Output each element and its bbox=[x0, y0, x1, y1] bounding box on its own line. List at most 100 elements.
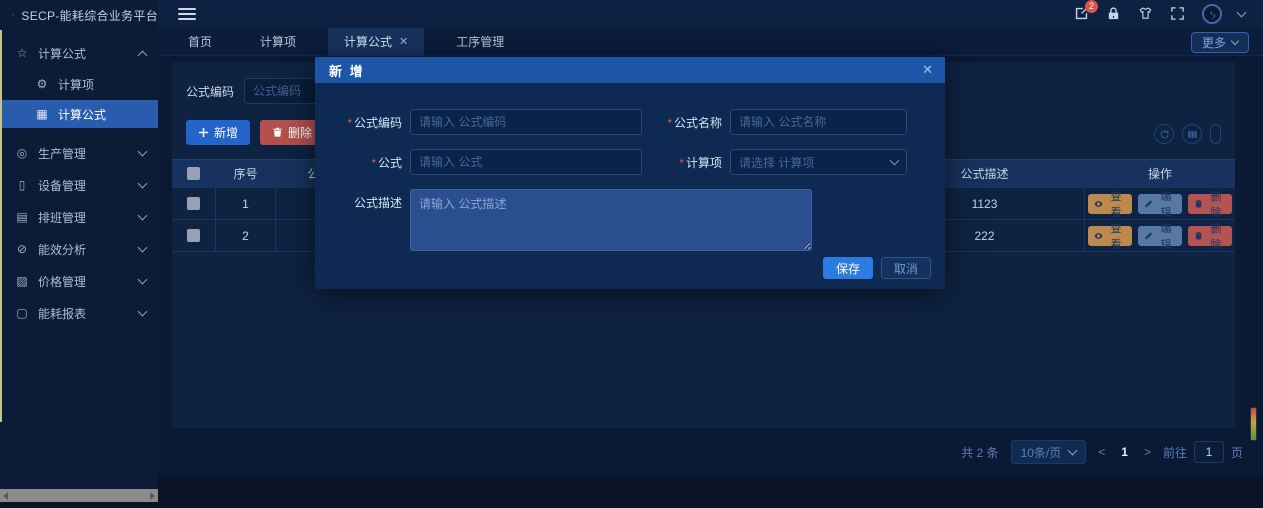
report-icon: ▢ bbox=[14, 306, 30, 320]
formula-name-input[interactable] bbox=[730, 109, 907, 135]
col-ops: 操作 bbox=[1085, 160, 1235, 187]
sidebar-item-report[interactable]: ▢ 能耗报表 bbox=[0, 298, 158, 328]
hamburger-menu-icon[interactable] bbox=[178, 8, 196, 20]
calc-item-select[interactable]: 请选择 计算项 bbox=[730, 149, 907, 175]
column-settings-icon[interactable] bbox=[1182, 124, 1202, 144]
plus-icon bbox=[198, 127, 209, 138]
edit-button[interactable]: 编辑 bbox=[1138, 226, 1182, 246]
star-icon: ☆ bbox=[14, 46, 30, 60]
chevron-down-icon bbox=[138, 275, 148, 285]
tab-process-mgmt[interactable]: 工序管理 bbox=[440, 28, 520, 56]
sidebar: SECP-能耗综合业务平台 ☆ 计算公式 ⚙ 计算项 ▦ 计算公式 ◎ 生产管理… bbox=[0, 0, 158, 489]
sidebar-item-device[interactable]: ▯ 设备管理 bbox=[0, 170, 158, 200]
current-page: 1 bbox=[1117, 445, 1132, 459]
goto-label: 前往 bbox=[1163, 444, 1187, 461]
chevron-down-icon bbox=[1068, 446, 1078, 456]
col-index: 序号 bbox=[216, 160, 276, 187]
view-button[interactable]: 查看 bbox=[1088, 226, 1132, 246]
tab-calc-item[interactable]: 计算项 bbox=[244, 28, 312, 56]
tabbar: 首页 计算项 计算公式 ✕ 工序管理 更多 bbox=[158, 28, 1263, 56]
mini-scroll-indicator[interactable] bbox=[1250, 407, 1257, 441]
chevron-down-icon bbox=[138, 307, 148, 317]
prev-page-button[interactable]: < bbox=[1098, 445, 1105, 459]
row-delete-button[interactable]: 删除 bbox=[1188, 194, 1232, 214]
sidebar-item-price[interactable]: ▨ 价格管理 bbox=[0, 266, 158, 296]
price-icon: ▨ bbox=[14, 274, 30, 288]
row-delete-button[interactable]: 删除 bbox=[1188, 226, 1232, 246]
avatar[interactable] bbox=[1202, 4, 1222, 24]
sidebar-item-calc-formula[interactable]: ▦ 计算公式 bbox=[0, 100, 158, 128]
trash-icon bbox=[272, 127, 283, 138]
sidebar-item-efficiency[interactable]: ⊘ 能效分析 bbox=[0, 234, 158, 264]
refresh-icon[interactable] bbox=[1154, 124, 1174, 144]
trash-icon bbox=[1194, 231, 1203, 241]
field-label-code: 公式编码 bbox=[354, 116, 402, 130]
view-button[interactable]: 查看 bbox=[1088, 194, 1132, 214]
tab-calc-formula[interactable]: 计算公式 ✕ bbox=[328, 28, 424, 56]
footer-strip bbox=[0, 477, 1263, 508]
field-label-formula: 公式 bbox=[378, 156, 402, 170]
page-unit-label: 页 bbox=[1231, 444, 1243, 461]
next-page-button[interactable]: > bbox=[1144, 445, 1151, 459]
chevron-down-icon bbox=[1231, 37, 1239, 45]
close-icon[interactable]: ✕ bbox=[922, 62, 933, 78]
message-icon[interactable]: 2 bbox=[1074, 6, 1090, 22]
sidebar-item-schedule[interactable]: ▤ 排班管理 bbox=[0, 202, 158, 232]
formula-desc-textarea[interactable] bbox=[410, 189, 812, 251]
more-button[interactable]: 更多 bbox=[1191, 32, 1249, 53]
chevron-down-icon bbox=[890, 156, 900, 166]
formula-code-input[interactable] bbox=[410, 109, 642, 135]
pencil-icon bbox=[1144, 231, 1153, 241]
save-button[interactable]: 保存 bbox=[823, 257, 873, 279]
gear-icon: ⚙ bbox=[34, 77, 50, 91]
chevron-down-icon bbox=[138, 179, 148, 189]
eye-icon bbox=[1094, 199, 1103, 209]
production-icon: ◎ bbox=[14, 146, 30, 160]
edit-button[interactable]: 编辑 bbox=[1138, 194, 1182, 214]
chevron-down-icon bbox=[138, 243, 148, 253]
sidebar-item-calc-formula-group[interactable]: ☆ 计算公式 bbox=[0, 38, 158, 68]
formula-input[interactable] bbox=[410, 149, 642, 175]
scroll-left-arrow[interactable] bbox=[3, 492, 8, 500]
total-count: 共 2 条 bbox=[961, 444, 998, 461]
fullscreen-icon[interactable] bbox=[1170, 6, 1186, 22]
lock-icon[interactable] bbox=[1106, 6, 1122, 22]
pencil-icon bbox=[1144, 199, 1153, 209]
close-tab-icon[interactable]: ✕ bbox=[399, 35, 408, 48]
app-logo-icon bbox=[10, 6, 15, 24]
required-asterisk: * bbox=[371, 156, 376, 170]
sidebar-horizontal-scrollbar[interactable] bbox=[0, 489, 158, 502]
modal-title: 新 增 bbox=[329, 61, 365, 80]
sidebar-item-calc-item[interactable]: ⚙ 计算项 bbox=[0, 70, 158, 98]
pagination: 共 2 条 10条/页 < 1 > 前往 页 bbox=[961, 440, 1243, 464]
required-asterisk: * bbox=[347, 116, 352, 130]
app-title: SECP-能耗综合业务平台 bbox=[21, 7, 158, 24]
notification-badge: 2 bbox=[1085, 0, 1098, 13]
select-all-checkbox[interactable] bbox=[187, 167, 200, 180]
filter-label: 公式编码 bbox=[186, 83, 234, 100]
page-size-select[interactable]: 10条/页 bbox=[1011, 440, 1087, 464]
chevron-up-icon bbox=[138, 50, 148, 60]
cancel-button[interactable]: 取消 bbox=[881, 257, 931, 279]
modal-header: 新 增 ✕ bbox=[315, 57, 945, 83]
sidebar-item-production[interactable]: ◎ 生产管理 bbox=[0, 138, 158, 168]
app-logo-row: SECP-能耗综合业务平台 bbox=[0, 0, 158, 30]
field-label-calc-item: 计算项 bbox=[686, 156, 722, 170]
goto-page-input[interactable] bbox=[1194, 441, 1224, 463]
chevron-down-icon[interactable] bbox=[1237, 8, 1247, 18]
row-checkbox[interactable] bbox=[187, 229, 200, 242]
scroll-right-arrow[interactable] bbox=[150, 492, 155, 500]
tab-home[interactable]: 首页 bbox=[172, 28, 228, 56]
field-label-name: 公式名称 bbox=[674, 116, 722, 130]
grid-icon: ▦ bbox=[34, 107, 50, 121]
add-button[interactable]: 新增 bbox=[186, 120, 250, 145]
required-asterisk: * bbox=[667, 116, 672, 130]
theme-shirt-icon[interactable] bbox=[1138, 6, 1154, 22]
efficiency-icon: ⊘ bbox=[14, 242, 30, 256]
schedule-icon: ▤ bbox=[14, 210, 30, 224]
trash-icon bbox=[1194, 199, 1203, 209]
eye-icon bbox=[1094, 231, 1103, 241]
topbar: 2 bbox=[158, 0, 1263, 28]
row-checkbox[interactable] bbox=[187, 197, 200, 210]
field-label-desc: 公式描述 bbox=[354, 196, 402, 210]
